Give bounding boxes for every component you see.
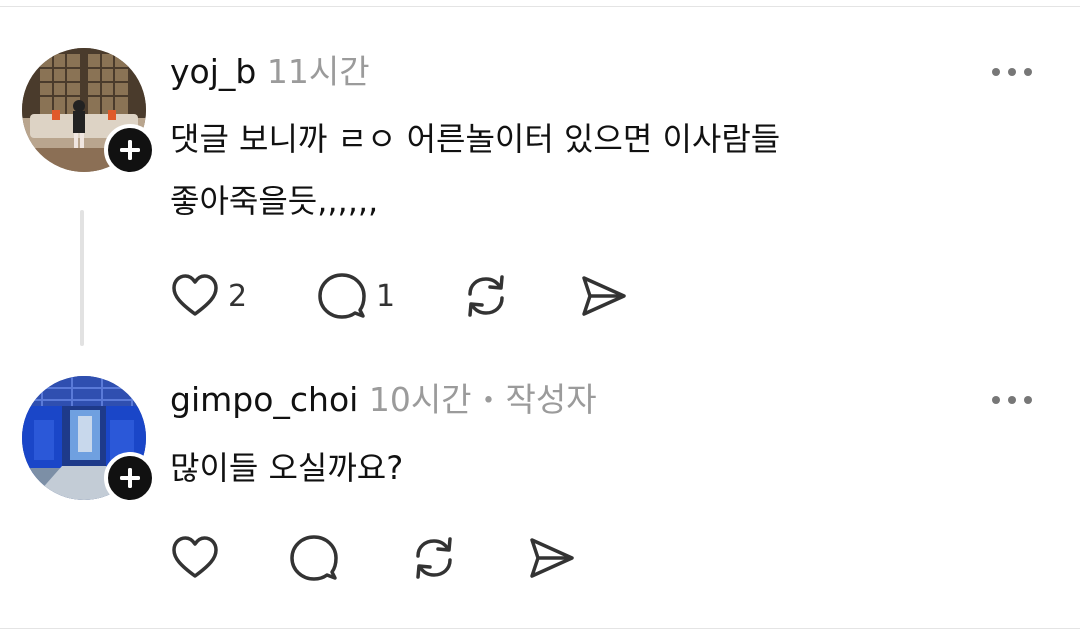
send-icon xyxy=(582,276,626,316)
reply-count: 1 xyxy=(376,278,396,314)
username[interactable]: gimpo_choi xyxy=(170,380,358,419)
like-button[interactable] xyxy=(170,532,220,584)
plus-icon xyxy=(120,468,140,488)
share-button[interactable] xyxy=(526,532,578,584)
timestamp: 10시간 xyxy=(368,380,472,419)
author-badge: 작성자 xyxy=(505,380,597,419)
top-divider xyxy=(0,6,1080,7)
comment-text-line: 좋아죽을듯,,,,,, xyxy=(170,182,379,220)
heart-icon xyxy=(172,536,218,578)
follow-button[interactable] xyxy=(104,124,156,176)
comment-meta: yoj_b 11시간 xyxy=(170,50,370,94)
comment-meta: gimpo_choi 10시간 • 작성자 xyxy=(170,378,597,424)
like-button[interactable]: 2 xyxy=(170,270,247,322)
bottom-divider xyxy=(0,628,1080,629)
more-icon xyxy=(992,396,1000,404)
avatar[interactable] xyxy=(22,48,156,176)
thread-line xyxy=(80,210,84,346)
plus-icon xyxy=(120,140,140,160)
username[interactable]: yoj_b xyxy=(170,52,256,91)
comment-text: 많이들 오실까요? xyxy=(170,446,403,490)
reply-button[interactable] xyxy=(288,532,340,584)
repost-button[interactable] xyxy=(460,270,512,322)
share-button[interactable] xyxy=(578,270,630,322)
more-button[interactable] xyxy=(992,62,1032,82)
reply-button[interactable]: 1 xyxy=(316,270,395,322)
comment-text: 댓글 보니까 ㄹㅇ 어른놀이터 있으면 이사람들 좋아죽을듯,,,,,, xyxy=(170,117,780,223)
repost-button[interactable] xyxy=(408,532,460,584)
heart-icon xyxy=(172,274,218,316)
follow-button[interactable] xyxy=(104,452,156,504)
more-button[interactable] xyxy=(992,390,1032,410)
separator-dot: • xyxy=(482,388,496,414)
like-count: 2 xyxy=(228,278,248,314)
more-icon xyxy=(992,68,1000,76)
repost-icon xyxy=(416,537,452,579)
comment-text-line: 많이들 오실까요? xyxy=(170,449,404,487)
comment-text-line: 댓글 보니까 ㄹㅇ 어른놀이터 있으면 이사람들 xyxy=(170,120,781,158)
comment-icon xyxy=(290,535,338,581)
comment-icon xyxy=(318,273,366,319)
avatar[interactable] xyxy=(22,376,156,504)
timestamp: 11시간 xyxy=(266,52,370,91)
send-icon xyxy=(530,538,574,578)
repost-icon xyxy=(468,275,504,317)
